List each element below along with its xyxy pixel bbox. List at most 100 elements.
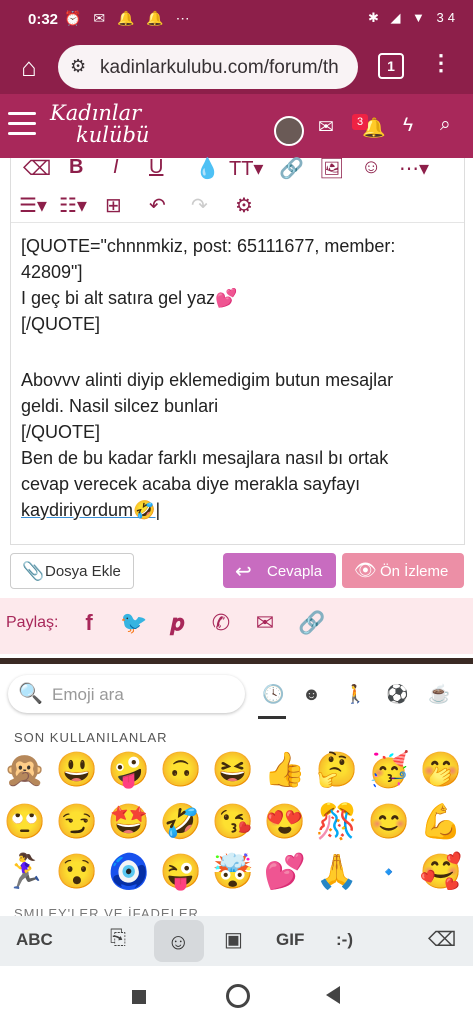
link-icon[interactable]: 🔗 [298, 610, 325, 636]
status-system-icons: ✱ ◢ ▼ 34 [367, 10, 459, 25]
underline-icon[interactable]: U [149, 156, 163, 179]
message-textarea[interactable]: [QUOTE="chnnmkiz, post: 65111677, member… [11, 224, 462, 542]
twitter-icon[interactable]: 🐦 [120, 610, 147, 636]
site-header: Kadınlar kulübü ✉ 🔔 3 ϟ ⌕ [0, 94, 473, 158]
smiley-icon[interactable]: ☺ [361, 156, 381, 179]
notification-badge: 3 [352, 114, 368, 130]
emoji-key[interactable]: 😜 [158, 852, 204, 892]
emoji-key[interactable]: 🤭 [418, 750, 464, 790]
emoji-tab-key[interactable]: ☺ [154, 920, 204, 962]
text-line: Ben de bu kadar farklı mesajlara nasıl b… [21, 448, 389, 468]
recents-icon[interactable] [132, 990, 146, 1004]
back-icon[interactable] [326, 986, 340, 1004]
url-text[interactable]: kadinlarkulubu.com/forum/th [100, 57, 350, 79]
logo-line-1: Kadınlar [50, 101, 142, 125]
text-size-icon[interactable]: TT▾ [229, 156, 263, 181]
site-logo[interactable]: Kadınlar kulübü [50, 102, 149, 146]
emoji-key[interactable]: 😃 [54, 750, 100, 790]
emoji-key[interactable]: 🙄 [2, 802, 48, 842]
emoji-key[interactable]: 💪 [418, 802, 464, 842]
food-category-icon[interactable]: ☕ [428, 684, 450, 705]
emoji-key[interactable]: 😘 [210, 802, 256, 842]
emoji-key[interactable]: 🥳 [366, 750, 412, 790]
italic-icon[interactable]: I [113, 156, 119, 179]
emoji-search-placeholder: Emoji ara [52, 685, 124, 704]
eraser-icon[interactable]: ⌫ [23, 156, 51, 181]
email-icon[interactable]: ✉ [252, 610, 278, 636]
text-line: 42809"] [21, 262, 83, 282]
text-line: [QUOTE="chnnmkiz, post: 65111677, member… [21, 236, 396, 256]
link-icon[interactable]: 🔗 [279, 156, 304, 181]
emoji-key[interactable]: 👍 [262, 750, 308, 790]
home-circle-icon[interactable] [226, 984, 250, 1008]
attach-file-button[interactable]: 📎 Dosya Ekle [10, 553, 134, 589]
emoji-key[interactable]: 🤩 [106, 802, 152, 842]
site-info-icon[interactable]: ⚙ [70, 56, 92, 78]
recent-section-label: SON KULLANILANLAR [14, 730, 168, 745]
preview-button[interactable]: 👁 Ön İzleme [342, 553, 464, 588]
eye-icon: 👁 [354, 560, 377, 580]
emoji-key[interactable]: 😍 [262, 802, 308, 842]
people-category-icon[interactable]: 🚶 [344, 684, 366, 705]
emoji-key[interactable]: 🙏 [314, 852, 360, 892]
home-icon[interactable]: ⌂ [14, 52, 44, 82]
activity-category-icon[interactable]: ⚽ [386, 684, 408, 705]
more-options-icon[interactable]: ⋮ [430, 50, 452, 76]
emoji-key[interactable]: 🧿 [106, 852, 152, 892]
emoji-key[interactable]: 🎊 [314, 802, 360, 842]
paperclip-icon: 📎 [22, 561, 45, 581]
color-drop-icon[interactable]: 💧 [195, 156, 220, 181]
more-icon[interactable]: ⋯▾ [399, 156, 429, 181]
emoji-key[interactable]: 😏 [54, 802, 100, 842]
editor-toolbar-row-1: ⌫ B I U 💧 TT▾ 🔗 🖼 ☺ ⋯▾ [11, 156, 464, 181]
preview-label: Ön İzleme [380, 563, 449, 580]
emoji-key[interactable]: 🥰 [418, 852, 464, 892]
emoji-search-input[interactable]: 🔍 Emoji ara [8, 675, 245, 713]
backspace-icon[interactable]: ⌫ [428, 927, 456, 952]
image-icon[interactable]: 🖼 [319, 156, 344, 181]
whatsapp-icon[interactable]: ✆ [208, 610, 234, 636]
emoji-key[interactable]: 🙃 [158, 750, 204, 790]
tab-switcher-button[interactable]: 1 [378, 53, 404, 79]
category-indicator [258, 716, 286, 719]
emoji-key[interactable]: 😆 [210, 750, 256, 790]
attach-file-label: Dosya Ekle [45, 563, 121, 580]
pinterest-icon[interactable]: 𝒑 [164, 610, 190, 636]
emoji-key[interactable]: 😊 [366, 802, 412, 842]
inbox-icon[interactable]: ✉ [318, 116, 334, 139]
hamburger-menu-icon[interactable] [8, 112, 36, 136]
search-icon[interactable]: ⌕ [440, 114, 451, 136]
emoji-key[interactable]: 🏃‍♀️ [2, 852, 48, 892]
lightning-icon[interactable]: ϟ [403, 115, 413, 137]
address-bar[interactable]: ⚙ kadinlarkulubu.com/forum/th [58, 45, 358, 89]
emoji-key[interactable]: 😯 [54, 852, 100, 892]
bold-icon[interactable]: B [69, 156, 83, 179]
table-icon[interactable]: ⊞ [105, 193, 122, 218]
facebook-icon[interactable]: f [76, 610, 102, 636]
emoji-key[interactable]: 🤣 [158, 802, 204, 842]
emoji-key[interactable]: 🙊 [2, 750, 48, 790]
sticker-icon[interactable]: ▣ [224, 927, 243, 952]
emoji-key[interactable]: 🔹 [366, 852, 412, 892]
system-nav-bar [0, 966, 473, 1024]
recent-clock-icon[interactable]: 🕓 [262, 684, 284, 705]
sticker-search-icon[interactable]: ⎘ [110, 927, 126, 950]
search-icon: 🔍 [18, 683, 43, 705]
emoji-key[interactable]: 🤔 [314, 750, 360, 790]
redo-icon[interactable]: ↷ [191, 193, 208, 218]
settings-gear-icon[interactable]: ⚙ [235, 193, 253, 218]
avatar[interactable] [274, 116, 304, 146]
emoji-key[interactable]: 🤪 [106, 750, 152, 790]
abc-key[interactable]: ABC [16, 930, 53, 950]
emoji-key[interactable]: 💕 [262, 852, 308, 892]
emoji-key[interactable]: 🤯 [210, 852, 256, 892]
list-icon[interactable]: ☷▾ [59, 193, 87, 218]
smiley-icon: ☺ [167, 929, 190, 954]
emoticon-key[interactable]: :-) [336, 930, 353, 950]
align-icon[interactable]: ☰▾ [19, 193, 47, 218]
gif-key[interactable]: GIF [276, 930, 304, 950]
smileys-category-icon[interactable]: ☻ [302, 684, 321, 705]
undo-icon[interactable]: ↶ [149, 193, 166, 218]
editor-toolbar-row-2: ☰▾ ☷▾ ⊞ ↶ ↷ ⚙ [11, 188, 464, 223]
reply-button[interactable]: ↩ Cevapla [223, 553, 336, 588]
